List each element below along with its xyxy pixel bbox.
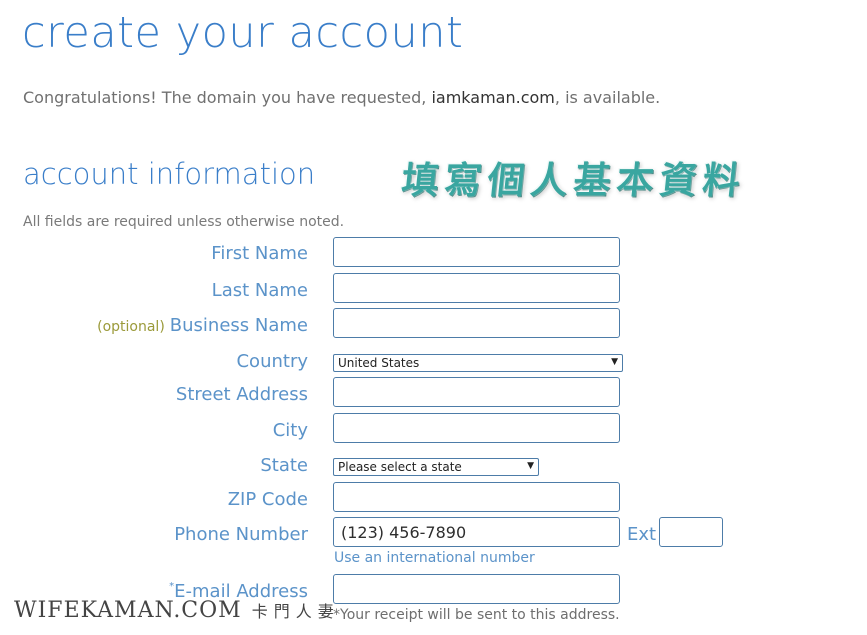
domain-name: iamkaman.com: [431, 88, 555, 107]
country-select[interactable]: United States ▼: [333, 354, 623, 372]
congrats-suffix: , is available.: [554, 88, 661, 107]
page-title: create your account: [22, 8, 464, 58]
business-name-label-row: (optional) Business Name: [97, 315, 308, 336]
optional-tag: (optional): [97, 319, 165, 335]
congrats-prefix: Congratulations! The domain you have req…: [23, 88, 432, 107]
phone-number-label: Phone Number: [174, 524, 308, 545]
state-value: Please select a state: [338, 460, 462, 474]
first-name-field[interactable]: [333, 237, 620, 267]
international-number-link[interactable]: Use an international number: [334, 550, 535, 566]
zip-code-field[interactable]: [333, 482, 620, 512]
city-field[interactable]: [333, 413, 620, 443]
watermark: WIFEKAMAN.COM 卡門人妻: [14, 598, 340, 623]
ext-field[interactable]: [659, 517, 723, 547]
city-label: City: [272, 420, 308, 441]
street-address-label: Street Address: [175, 384, 308, 405]
business-name-label: Business Name: [169, 315, 308, 336]
section-title: account information: [23, 157, 316, 191]
overlay-caption: 填寫個人基本資料: [399, 158, 748, 202]
street-address-field[interactable]: [333, 377, 620, 407]
country-label: Country: [236, 351, 308, 372]
ext-label: Ext: [627, 524, 657, 545]
first-name-label: First Name: [211, 243, 308, 264]
zip-code-label: ZIP Code: [227, 489, 308, 510]
chevron-down-icon: ▼: [611, 357, 618, 367]
business-name-field[interactable]: [333, 308, 620, 338]
state-label: State: [260, 455, 308, 476]
country-value: United States: [338, 356, 420, 370]
last-name-field[interactable]: [333, 273, 620, 303]
last-name-label: Last Name: [211, 280, 308, 301]
state-select[interactable]: Please select a state ▼: [333, 458, 539, 476]
watermark-text: WIFEKAMAN.COM: [14, 598, 242, 623]
email-field[interactable]: [333, 574, 620, 604]
domain-available-message: Congratulations! The domain you have req…: [23, 88, 660, 107]
receipt-note: *Your receipt will be sent to this addre…: [333, 607, 620, 623]
phone-number-field[interactable]: (123) 456-7890: [333, 517, 620, 547]
watermark-cn: 卡門人妻: [251, 602, 340, 621]
chevron-down-icon: ▼: [527, 461, 534, 471]
required-note: All fields are required unless otherwise…: [23, 214, 345, 230]
